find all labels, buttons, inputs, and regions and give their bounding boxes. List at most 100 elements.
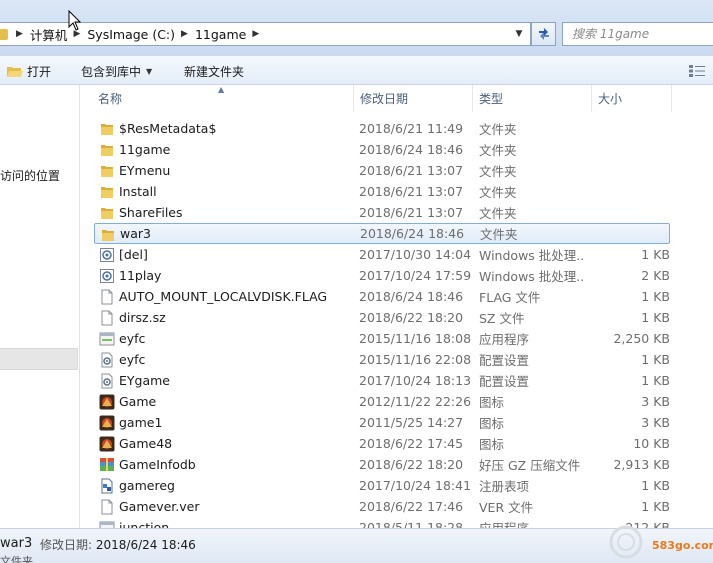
file-type: 文件夹 xyxy=(480,227,518,242)
open-label: 打开 xyxy=(27,64,52,79)
status-type: 文件夹 xyxy=(0,555,33,563)
column-header-row: ▲ 名称 修改日期 类型 大小 xyxy=(92,85,713,112)
application-icon xyxy=(99,331,115,347)
watermark-logo: 583go.com xyxy=(604,521,713,563)
file-size: 2 KB xyxy=(641,268,670,283)
file-name: Install xyxy=(119,184,157,199)
chevron-right-icon[interactable]: ▶ xyxy=(16,29,23,39)
folder-icon xyxy=(99,121,115,137)
file-type: 图标 xyxy=(479,395,505,410)
settings-file-icon xyxy=(99,373,115,389)
file-row[interactable]: AUTO_MOUNT_LOCALVDISK.FLAG 2018/6/24 18:4… xyxy=(94,286,670,307)
file-size: 3 KB xyxy=(641,394,670,409)
view-list-icon xyxy=(688,65,705,77)
file-row[interactable]: EYgame 2017/10/24 18:13 配置设置 1 KB xyxy=(94,370,670,391)
address-dropdown-button[interactable]: ▼ xyxy=(508,23,530,45)
open-folder-icon xyxy=(7,66,23,77)
file-row[interactable]: Game 2012/11/22 22:26 图标 3 KB xyxy=(94,391,670,412)
chevron-down-icon: ▼ xyxy=(146,66,153,76)
file-row[interactable]: $ResMetadata$ 2018/6/21 11:49 文件夹 xyxy=(94,118,670,139)
file-name: war3 xyxy=(120,226,151,241)
file-name: 11game xyxy=(119,142,171,157)
folder-icon xyxy=(99,142,115,158)
archive-icon xyxy=(99,457,115,473)
refresh-icon xyxy=(538,28,549,40)
new-folder-button[interactable]: 新建文件夹 xyxy=(184,60,244,82)
file-row[interactable]: Install 2018/6/21 13:07 文件夹 xyxy=(94,181,670,202)
folder-icon xyxy=(0,28,8,40)
file-name: ShareFiles xyxy=(119,205,183,220)
file-size: 1 KB xyxy=(641,499,670,514)
file-type: 图标 xyxy=(479,437,505,452)
file-row[interactable]: eyfc 2015/11/16 18:08 应用程序 2,250 KB xyxy=(94,328,670,349)
file-row[interactable]: 11play 2017/10/24 17:59 Windows 批处理... 2 KB xyxy=(94,265,670,286)
navigation-pane: 访问的位置 xyxy=(0,85,80,528)
file-row[interactable]: Game48 2018/6/22 17:45 图标 10 KB xyxy=(94,433,670,454)
document-icon xyxy=(99,499,115,515)
column-header-name[interactable]: 名称 xyxy=(92,85,354,112)
file-modified: 2018/6/24 18:46 xyxy=(360,226,465,241)
file-name: Game48 xyxy=(119,436,173,451)
file-row[interactable]: EYmenu 2018/6/21 13:07 文件夹 xyxy=(94,160,670,181)
breadcrumb-drive[interactable]: SysImage (C:) xyxy=(87,27,175,42)
file-type: FLAG 文件 xyxy=(479,290,541,305)
file-size: 1 KB xyxy=(641,310,670,325)
breadcrumb-computer[interactable]: 计算机 xyxy=(30,25,68,44)
file-type: 好压 GZ 压缩文件 xyxy=(479,458,581,473)
file-name: dirsz.sz xyxy=(119,310,166,325)
batch-file-icon xyxy=(99,247,115,263)
file-row[interactable]: Gamever.ver 2018/6/22 17:46 VER 文件 1 KB xyxy=(94,496,670,517)
registry-icon xyxy=(99,478,115,494)
file-row[interactable]: [del] 2017/10/30 14:04 Windows 批处理... 1 KB xyxy=(94,244,670,265)
file-modified: 2018/6/21 13:07 xyxy=(359,184,464,199)
file-type: Windows 批处理... xyxy=(479,248,585,263)
file-type: 文件夹 xyxy=(479,143,517,158)
folder-icon xyxy=(100,227,116,243)
file-row[interactable]: 11game 2018/6/24 18:46 文件夹 xyxy=(94,139,670,160)
game-icon xyxy=(99,436,115,452)
document-icon xyxy=(99,289,115,305)
file-name: 11play xyxy=(119,268,162,283)
view-options-button[interactable] xyxy=(682,61,713,81)
chevron-right-icon[interactable]: ▶ xyxy=(252,29,259,39)
search-box[interactable] xyxy=(562,22,713,46)
file-modified: 2018/6/22 18:20 xyxy=(359,310,464,325)
file-type: 注册表项 xyxy=(479,479,530,494)
refresh-button[interactable] xyxy=(531,22,556,46)
file-row[interactable]: GameInfodb 2018/6/22 18:20 好压 GZ 压缩文件 2,913… xyxy=(94,454,670,475)
include-in-library-button[interactable]: 包含到库中 ▼ xyxy=(81,60,152,82)
new-folder-label: 新建文件夹 xyxy=(184,64,245,79)
file-type: 图标 xyxy=(479,416,505,431)
file-size: 10 KB xyxy=(633,436,670,451)
file-size: 1 KB xyxy=(641,352,670,367)
status-modified-label: 修改日期: xyxy=(40,538,93,552)
column-header-size[interactable]: 大小 xyxy=(592,85,672,112)
file-modified: 2017/10/30 14:04 xyxy=(359,247,472,262)
file-row[interactable]: eyfc 2015/11/16 22:08 配置设置 1 KB xyxy=(94,349,670,370)
file-name: EYmenu xyxy=(119,163,171,178)
breadcrumb-folder[interactable]: 11game xyxy=(195,27,246,42)
file-modified: 2018/6/24 18:46 xyxy=(359,142,464,157)
file-modified: 2017/10/24 17:59 xyxy=(359,268,472,283)
status-modified: 修改日期: 2018/6/24 18:46 xyxy=(40,536,196,553)
file-row[interactable]: dirsz.sz 2018/6/22 18:20 SZ 文件 1 KB xyxy=(94,307,670,328)
file-row[interactable]: war3 2018/6/24 18:46 文件夹 xyxy=(94,223,670,244)
folder-icon xyxy=(99,163,115,179)
chevron-right-icon[interactable]: ▶ xyxy=(181,29,188,39)
file-size: 1 KB xyxy=(641,289,670,304)
game-icon xyxy=(99,415,115,431)
file-row[interactable]: ShareFiles 2018/6/21 13:07 文件夹 xyxy=(94,202,670,223)
file-row[interactable]: game1 2011/5/25 14:27 图标 3 KB xyxy=(94,412,670,433)
nav-item-recent-places[interactable]: 访问的位置 xyxy=(0,167,60,184)
file-name: GameInfodb xyxy=(119,457,196,472)
command-bar: 打开 包含到库中 ▼ 新建文件夹 xyxy=(0,56,713,85)
file-name: Game xyxy=(119,394,157,409)
nav-item-selected[interactable] xyxy=(0,348,78,370)
column-header-type[interactable]: 类型 xyxy=(473,85,592,112)
search-input[interactable] xyxy=(572,27,712,41)
file-row[interactable]: gamereg 2017/10/24 18:41 注册表项 1 KB xyxy=(94,475,670,496)
open-button[interactable]: 打开 xyxy=(7,60,51,82)
column-header-modified[interactable]: 修改日期 xyxy=(354,85,473,112)
file-type: 文件夹 xyxy=(479,206,517,221)
folder-icon xyxy=(99,205,115,221)
